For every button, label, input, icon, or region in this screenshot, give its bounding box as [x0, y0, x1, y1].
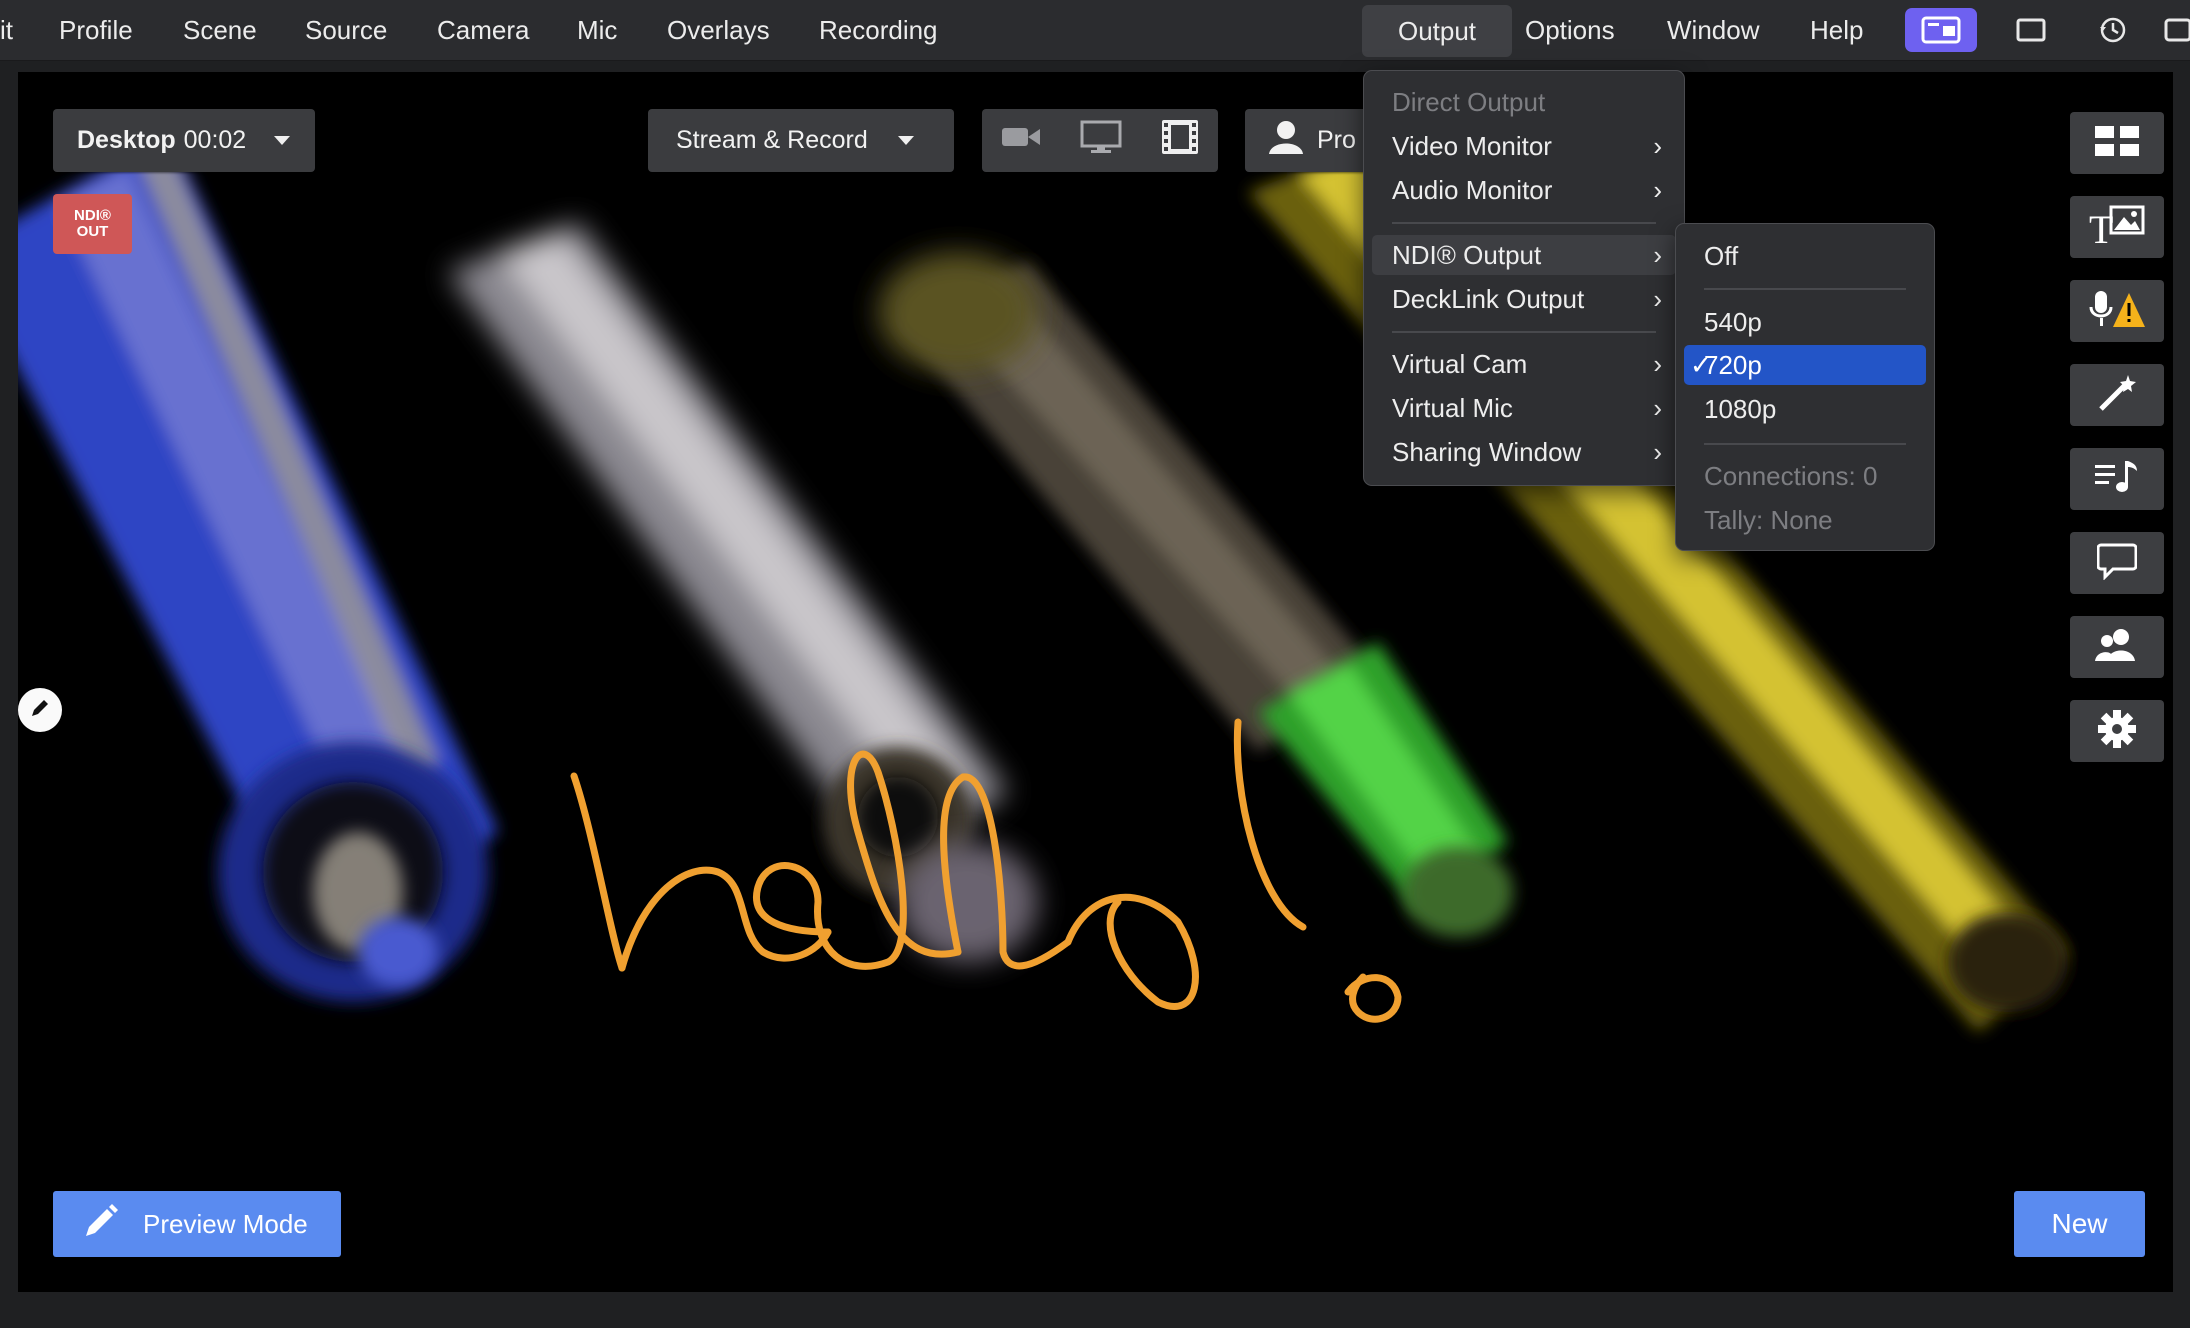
- ndi-option-off[interactable]: Off: [1684, 236, 1926, 276]
- menu-separator: [1704, 288, 1906, 290]
- menu-source[interactable]: Source: [305, 0, 387, 60]
- playlist-music-button[interactable]: [2070, 448, 2164, 510]
- chevron-right-icon: ›: [1653, 284, 1662, 314]
- chevron-right-icon: ›: [1653, 437, 1662, 467]
- menu-overlays[interactable]: Overlays: [667, 0, 770, 60]
- scene-dropdown[interactable]: Desktop 00:02: [53, 109, 315, 172]
- layout-grid-button[interactable]: [2070, 112, 2164, 174]
- ndi-badge-line1: NDI®: [74, 207, 111, 224]
- stream-mode-label: Stream & Record: [676, 126, 868, 154]
- chevron-right-icon: ›: [1653, 175, 1662, 205]
- new-button[interactable]: New: [2014, 1191, 2145, 1257]
- scene-name: Desktop: [77, 126, 176, 154]
- status-icon-partial[interactable]: [2160, 8, 2190, 52]
- pencil-icon: [83, 1203, 119, 1246]
- ndi-option-1080p[interactable]: 1080p: [1684, 389, 1926, 429]
- menu-separator: [1392, 331, 1656, 333]
- chat-bubble-icon: [2096, 542, 2138, 585]
- ndi-tally-status: Tally: None: [1684, 500, 1926, 540]
- mic-warning-button[interactable]: [2070, 280, 2164, 342]
- window-icon[interactable]: [2003, 8, 2059, 52]
- menu-output[interactable]: Output: [1362, 5, 1512, 57]
- settings-button[interactable]: [2070, 700, 2164, 762]
- menu-options[interactable]: Options: [1525, 0, 1615, 60]
- magic-wand-icon: [2097, 373, 2137, 418]
- layout-grid-icon: [2095, 125, 2139, 161]
- ndi-output-submenu: Off 540p ✓ 720p 1080p Connections: 0 Tal…: [1675, 223, 1935, 551]
- menu-item-audio-monitor[interactable]: Audio Monitor ›: [1372, 170, 1676, 210]
- text-image-icon: T: [2089, 203, 2145, 252]
- chevron-right-icon: ›: [1653, 393, 1662, 423]
- chevron-right-icon: ›: [1653, 349, 1662, 379]
- menu-item-label: Audio Monitor: [1392, 175, 1553, 205]
- playlist-music-icon: [2095, 459, 2139, 500]
- menu-item-label: NDI® Output: [1392, 240, 1542, 270]
- menu-item-label: Connections: 0: [1704, 461, 1878, 491]
- menu-item-label: 1080p: [1704, 394, 1777, 424]
- menu-bar: it Profile Scene Source Camera Mic Overl…: [0, 0, 2190, 61]
- menu-item-label: Direct Output: [1392, 87, 1546, 117]
- chevron-down-icon: [274, 136, 291, 145]
- menu-item-label: Sharing Window: [1392, 437, 1582, 467]
- chevron-down-icon: [897, 136, 914, 145]
- preview-mode-label: Preview Mode: [143, 1208, 308, 1239]
- menu-profile[interactable]: Profile: [59, 0, 133, 60]
- menu-camera[interactable]: Camera: [437, 0, 529, 60]
- menu-window[interactable]: Window: [1667, 0, 1759, 60]
- pencil-icon: [29, 697, 51, 724]
- chevron-right-icon: ›: [1653, 131, 1662, 161]
- history-icon[interactable]: [2085, 8, 2141, 52]
- source-type-group: [982, 109, 1218, 172]
- preview-mode-button[interactable]: Preview Mode: [53, 1191, 341, 1257]
- monitor-icon[interactable]: [1080, 120, 1122, 161]
- menu-item-label: 540p: [1704, 307, 1762, 337]
- profile-label: Pro: [1317, 126, 1356, 154]
- presenter-view-icon[interactable]: [1905, 8, 1977, 52]
- scene-timer: 00:02: [183, 126, 247, 154]
- guests-button[interactable]: [2070, 616, 2164, 678]
- menu-item-label: Virtual Cam: [1392, 349, 1528, 379]
- chat-button[interactable]: [2070, 532, 2164, 594]
- menu-separator: [1704, 443, 1906, 445]
- ndi-option-540p[interactable]: 540p: [1684, 302, 1926, 342]
- menu-item-label: Video Monitor: [1392, 131, 1552, 161]
- gear-icon: [2097, 709, 2137, 754]
- checkmark-icon: ✓: [1690, 350, 1712, 380]
- menu-scene[interactable]: Scene: [183, 0, 257, 60]
- menu-item-direct-output: Direct Output: [1372, 82, 1676, 122]
- menu-help[interactable]: Help: [1810, 0, 1863, 60]
- menu-item-label: DeckLink Output: [1392, 284, 1585, 314]
- mic-warning-icon: [2089, 289, 2145, 334]
- menu-edit-partial[interactable]: it: [0, 0, 13, 60]
- person-icon: [1267, 120, 1305, 161]
- film-icon[interactable]: [1161, 119, 1199, 162]
- video-camera-icon[interactable]: [1001, 125, 1041, 156]
- menu-item-virtual-cam[interactable]: Virtual Cam ›: [1372, 344, 1676, 384]
- chevron-right-icon: ›: [1653, 240, 1662, 270]
- menu-item-sharing-window[interactable]: Sharing Window ›: [1372, 432, 1676, 472]
- menu-item-ndi-output[interactable]: NDI® Output ›: [1372, 235, 1676, 275]
- menu-item-video-monitor[interactable]: Video Monitor ›: [1372, 126, 1676, 166]
- new-label: New: [2051, 1208, 2108, 1239]
- menu-item-label: Tally: None: [1704, 505, 1833, 535]
- magic-wand-button[interactable]: [2070, 364, 2164, 426]
- menu-mic[interactable]: Mic: [577, 0, 617, 60]
- text-image-button[interactable]: T: [2070, 196, 2164, 258]
- guests-icon: [2095, 627, 2139, 668]
- ndi-connections-status: Connections: 0: [1684, 456, 1926, 496]
- ndi-badge-line2: OUT: [76, 223, 109, 240]
- menu-item-label: Virtual Mic: [1392, 393, 1513, 423]
- ndi-option-720p[interactable]: ✓ 720p: [1684, 345, 1926, 385]
- menu-item-label: 720p: [1704, 350, 1762, 380]
- ndi-out-badge: NDI® OUT: [53, 194, 132, 254]
- menu-item-label: Off: [1704, 241, 1739, 271]
- menu-item-decklink-output[interactable]: DeckLink Output ›: [1372, 279, 1676, 319]
- menu-separator: [1392, 222, 1656, 224]
- stream-record-dropdown[interactable]: Stream & Record: [648, 109, 954, 172]
- menu-item-virtual-mic[interactable]: Virtual Mic ›: [1372, 388, 1676, 428]
- annotate-handle[interactable]: [18, 688, 62, 732]
- output-menu: Direct Output Video Monitor › Audio Moni…: [1363, 70, 1685, 486]
- menu-recording[interactable]: Recording: [819, 0, 938, 60]
